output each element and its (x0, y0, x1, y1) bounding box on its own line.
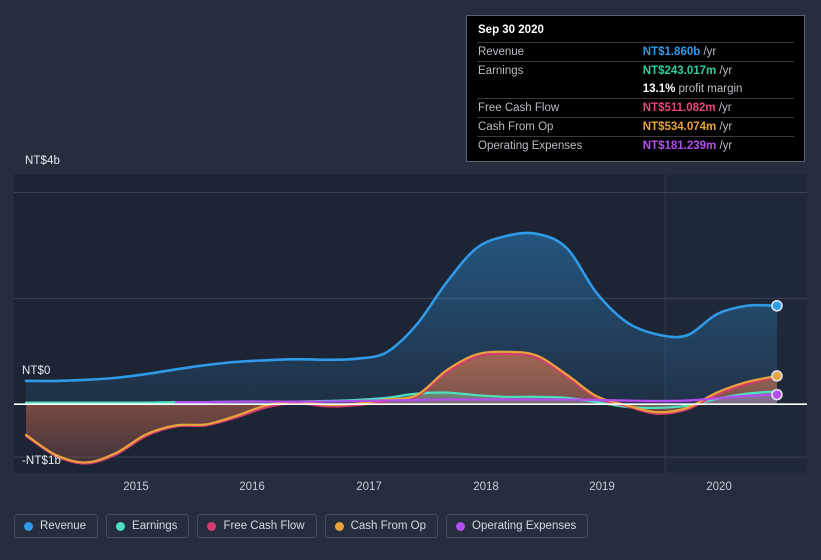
tooltip-row: 13.1% profit margin (477, 80, 794, 99)
legend-item-label: Operating Expenses (472, 520, 577, 532)
chart-plot-area (14, 174, 807, 473)
tooltip-row: Revenue NT$1.860b /yr (477, 42, 794, 62)
legend-item-revenue[interactable]: Revenue (14, 514, 99, 538)
legend-item-label: Earnings (132, 520, 178, 532)
tooltip-date: Sep 30 2020 (478, 24, 544, 36)
x-axis-tick-2017: 2017 (356, 481, 382, 493)
legend-item-label: Cash From Op (350, 520, 427, 532)
tooltip-table: Revenue NT$1.860b /yr Earnings NT$243.017m … (477, 42, 794, 155)
tooltip-row-value: 13.1% profit margin (642, 83, 743, 95)
tooltip-row-value: NT$534.074m /yr (630, 117, 794, 137)
x-axis-tick-2016: 2016 (239, 481, 265, 493)
tooltip-row-label: Cash From Op (477, 117, 631, 137)
tooltip-row: Free Cash Flow NT$511.082m /yr (477, 98, 794, 118)
tooltip-row: Operating Expenses NT$181.239m /yr (477, 136, 794, 155)
tooltip-row-value: NT$511.082m /yr (630, 98, 794, 118)
tooltip-row: Cash From Op NT$534.074m /yr (477, 117, 794, 137)
legend-color-dot-icon (116, 521, 126, 531)
chart-svg (14, 174, 807, 473)
legend-item-earnings[interactable]: Earnings (106, 514, 190, 538)
legend-item-label: Free Cash Flow (223, 520, 305, 532)
chart-legend: Revenue Earnings Free Cash Flow Cash From O… (14, 514, 589, 538)
legend-color-dot-icon (207, 521, 217, 531)
chart-tooltip: Sep 30 2020 Revenue NT$1.860b /yr Earnings… (466, 15, 805, 162)
x-axis-tick-2018: 2018 (473, 481, 499, 493)
x-axis-tick-2020: 2020 (706, 481, 732, 493)
y-axis-label-zero: NT$0 (22, 365, 51, 377)
legend-color-dot-icon (24, 521, 33, 531)
tooltip-row-label: Operating Expenses (477, 136, 631, 155)
tooltip-row: Earnings NT$243.017m /yr (477, 61, 794, 80)
tooltip-row-label: Revenue (477, 42, 631, 62)
x-axis-tick-2019: 2019 (589, 481, 615, 493)
y-axis-label-top: NT$4b (25, 155, 61, 167)
legend-item-cash-from-op[interactable]: Cash From Op (324, 514, 439, 538)
legend-color-dot-icon (334, 521, 344, 531)
tooltip-row-label: Free Cash Flow (477, 98, 631, 118)
legend-item-label: Revenue (40, 520, 87, 532)
tooltip-row-value: NT$181.239m /yr (630, 136, 794, 155)
tooltip-row-label: Earnings (477, 61, 631, 80)
y-axis-label-bottom: -NT$1b (22, 455, 61, 467)
tooltip-row-value: NT$1.860b /yr (630, 42, 794, 62)
tooltip-row-label (477, 80, 631, 99)
legend-color-dot-icon (456, 521, 466, 531)
legend-item-operating-expenses[interactable]: Operating Expenses (446, 514, 589, 538)
chart-screenshot: NT$4b NT$0 -NT$1b 2015 2016 2017 2018 20… (0, 0, 821, 560)
tooltip-row-value: NT$243.017m /yr (630, 61, 794, 80)
x-axis-tick-2015: 2015 (123, 481, 149, 493)
legend-item-free-cash-flow[interactable]: Free Cash Flow (197, 514, 317, 538)
